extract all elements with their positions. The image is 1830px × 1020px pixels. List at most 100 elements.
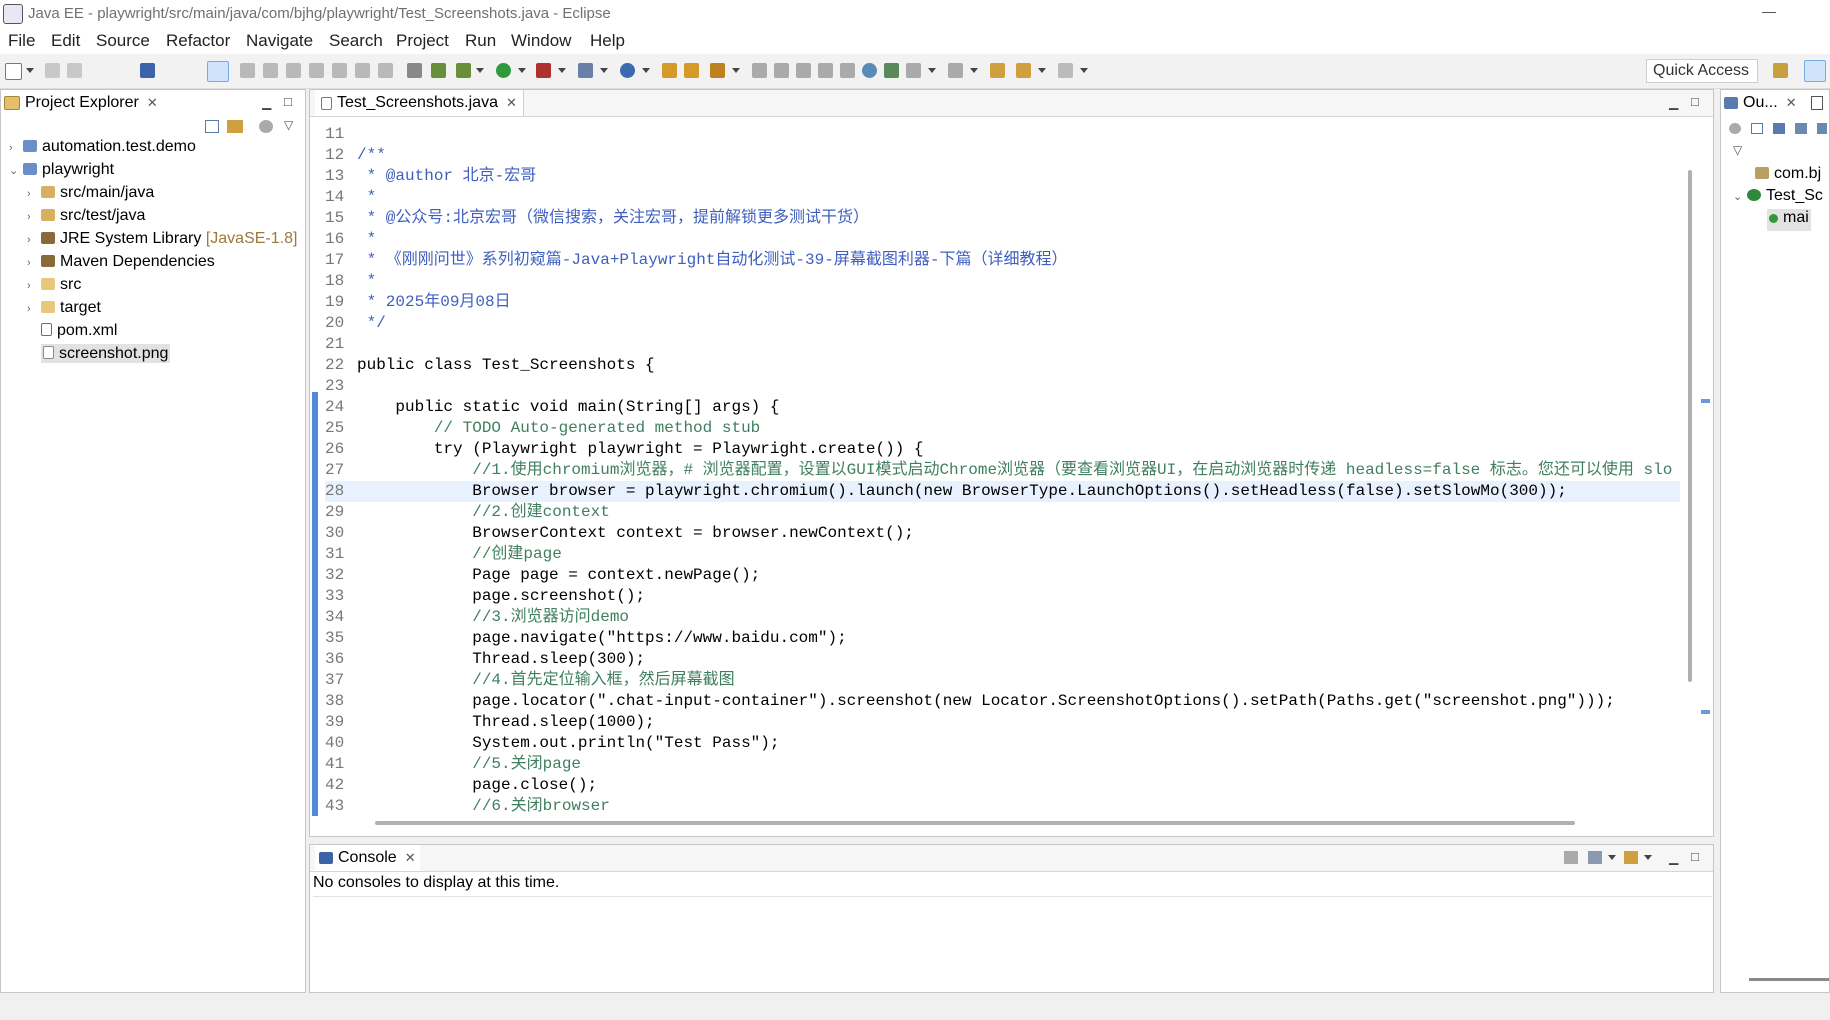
new-icon[interactable] [5, 63, 22, 80]
outline-horizontal-scrollbar[interactable] [1749, 978, 1829, 981]
editor-horizontal-scrollbar[interactable] [375, 821, 1575, 825]
display-selected-console-icon[interactable] [1588, 851, 1602, 864]
expand-arrow-icon[interactable]: › [27, 303, 41, 315]
back-icon[interactable] [1016, 63, 1031, 78]
new-server-icon[interactable] [578, 63, 593, 78]
show-source-icon[interactable] [818, 63, 833, 78]
forward-icon[interactable] [1058, 63, 1073, 78]
run-dropdown-icon[interactable] [518, 68, 526, 73]
tree-item-screenshot-png[interactable]: screenshot.png [27, 344, 171, 367]
quick-access-field[interactable]: Quick Access [1646, 59, 1758, 83]
new-server-dropdown-icon[interactable] [600, 68, 608, 73]
debug-icon[interactable] [456, 63, 471, 78]
new-java-class-icon[interactable] [620, 63, 635, 78]
forward-dropdown-icon[interactable] [1080, 68, 1088, 73]
code-editor[interactable]: 11 12/** 13 * @author 北京-宏哥 14 * 15 * @公… [325, 124, 1680, 816]
editor-tab-test-screenshots[interactable]: Test_Screenshots.java ✕ [315, 90, 524, 116]
menu-navigate[interactable]: Navigate [246, 31, 313, 51]
overview-marker[interactable] [1701, 399, 1710, 403]
back-dropdown-icon[interactable] [1038, 68, 1046, 73]
outline-item-class[interactable]: ⌄ Test_Sc [1733, 187, 1823, 209]
maximize-icon[interactable]: □ [284, 94, 292, 109]
project-explorer-tab[interactable]: Project Explorer ✕ [4, 90, 158, 116]
debug-dropdown-icon[interactable] [476, 68, 484, 73]
outline-tab[interactable]: Ou... ✕ [1724, 90, 1797, 116]
open-console-dropdown-icon[interactable] [1644, 855, 1652, 860]
external-tools-icon[interactable] [536, 63, 551, 78]
tree-item-jre-system-library[interactable]: › JRE System Library [JavaSE-1.8] [27, 230, 297, 252]
menu-search[interactable]: Search [329, 31, 383, 51]
terminal-icon[interactable] [140, 63, 155, 78]
browser-icon[interactable] [862, 63, 877, 78]
expand-arrow-icon[interactable]: › [27, 188, 41, 200]
task-list-icon[interactable] [1811, 96, 1823, 110]
external-tools-dropdown-icon[interactable] [558, 68, 566, 73]
run-icon[interactable] [496, 63, 511, 78]
menu-run[interactable]: Run [465, 31, 496, 51]
terminate-icon[interactable] [286, 63, 301, 78]
editor-vertical-scrollbar[interactable] [1688, 170, 1692, 682]
close-icon[interactable]: ✕ [1786, 95, 1797, 111]
display-console-dropdown-icon[interactable] [1608, 855, 1616, 860]
step-over-icon[interactable] [355, 63, 370, 78]
view-menu-icon[interactable]: ▽ [1733, 143, 1742, 157]
outline-item-method[interactable]: mai [1767, 209, 1811, 231]
tree-item-src[interactable]: › src [27, 276, 81, 298]
web-service-icon[interactable] [884, 63, 899, 78]
pin-console-icon[interactable] [1564, 851, 1578, 864]
minimize-window-icon[interactable] [1762, 12, 1776, 13]
tree-item-target[interactable]: › target [27, 299, 101, 321]
view-menu-icon[interactable]: ▽ [284, 118, 293, 132]
minimize-icon[interactable]: ▁ [1669, 851, 1678, 865]
open-type-icon[interactable] [662, 63, 677, 78]
close-icon[interactable]: ✕ [147, 95, 158, 111]
tree-item-src-test-java[interactable]: › src/test/java [27, 207, 145, 229]
expand-arrow-icon[interactable]: › [27, 211, 41, 223]
menu-file[interactable]: File [8, 31, 35, 51]
show-view-icon[interactable] [840, 63, 855, 78]
resume-icon[interactable] [240, 63, 255, 78]
java-ee-perspective-icon[interactable] [1804, 60, 1826, 82]
show-whitespace-icon[interactable] [796, 63, 811, 78]
next-annotation-icon[interactable] [906, 63, 921, 78]
console-tab[interactable]: Console ✕ [315, 845, 420, 871]
menu-project[interactable]: Project [396, 31, 449, 51]
menu-refactor[interactable]: Refactor [166, 31, 230, 51]
search-dropdown-icon[interactable] [732, 68, 740, 73]
search-icon[interactable] [710, 63, 725, 78]
save-icon[interactable] [45, 63, 60, 78]
step-into-icon[interactable] [332, 63, 347, 78]
previous-annotation-icon[interactable] [948, 63, 963, 78]
new-dropdown-icon[interactable] [26, 68, 34, 73]
step-return-icon[interactable] [378, 63, 393, 78]
disconnect-icon[interactable] [309, 63, 324, 78]
expand-arrow-icon[interactable]: › [27, 257, 41, 269]
expand-arrow-icon[interactable]: › [27, 234, 41, 246]
sort-icon[interactable] [1773, 123, 1785, 134]
select-tool-icon[interactable] [207, 61, 229, 82]
menu-source[interactable]: Source [96, 31, 150, 51]
tree-item-playwright[interactable]: ⌄ playwright [9, 161, 114, 183]
sync-icon[interactable] [1729, 123, 1741, 134]
collapse-all-icon[interactable] [205, 120, 219, 133]
minimize-icon[interactable]: ▁ [1669, 96, 1678, 110]
previous-annotation-dropdown-icon[interactable] [970, 68, 978, 73]
hide-static-icon[interactable] [1817, 123, 1827, 134]
minimize-icon[interactable]: ▁ [262, 96, 271, 110]
toggle-block-selection-icon[interactable] [774, 63, 789, 78]
open-task-icon[interactable] [684, 63, 699, 78]
maximize-icon[interactable]: □ [1691, 94, 1699, 109]
link-with-editor-icon[interactable] [227, 120, 243, 133]
outline-item-package[interactable]: com.bj [1755, 165, 1821, 187]
expand-arrow-icon[interactable]: › [27, 280, 41, 292]
use-step-filters-icon[interactable] [431, 63, 446, 78]
save-all-icon[interactable] [67, 63, 82, 78]
tree-item-maven-dependencies[interactable]: › Maven Dependencies [27, 253, 215, 275]
close-icon[interactable]: ✕ [405, 850, 416, 866]
suspend-icon[interactable] [263, 63, 278, 78]
open-console-icon[interactable] [1624, 851, 1638, 864]
drop-frame-icon[interactable] [407, 63, 422, 78]
tree-item-automation-test-demo[interactable]: › automation.test.demo [9, 138, 196, 160]
next-annotation-dropdown-icon[interactable] [928, 68, 936, 73]
menu-window[interactable]: Window [511, 31, 571, 51]
